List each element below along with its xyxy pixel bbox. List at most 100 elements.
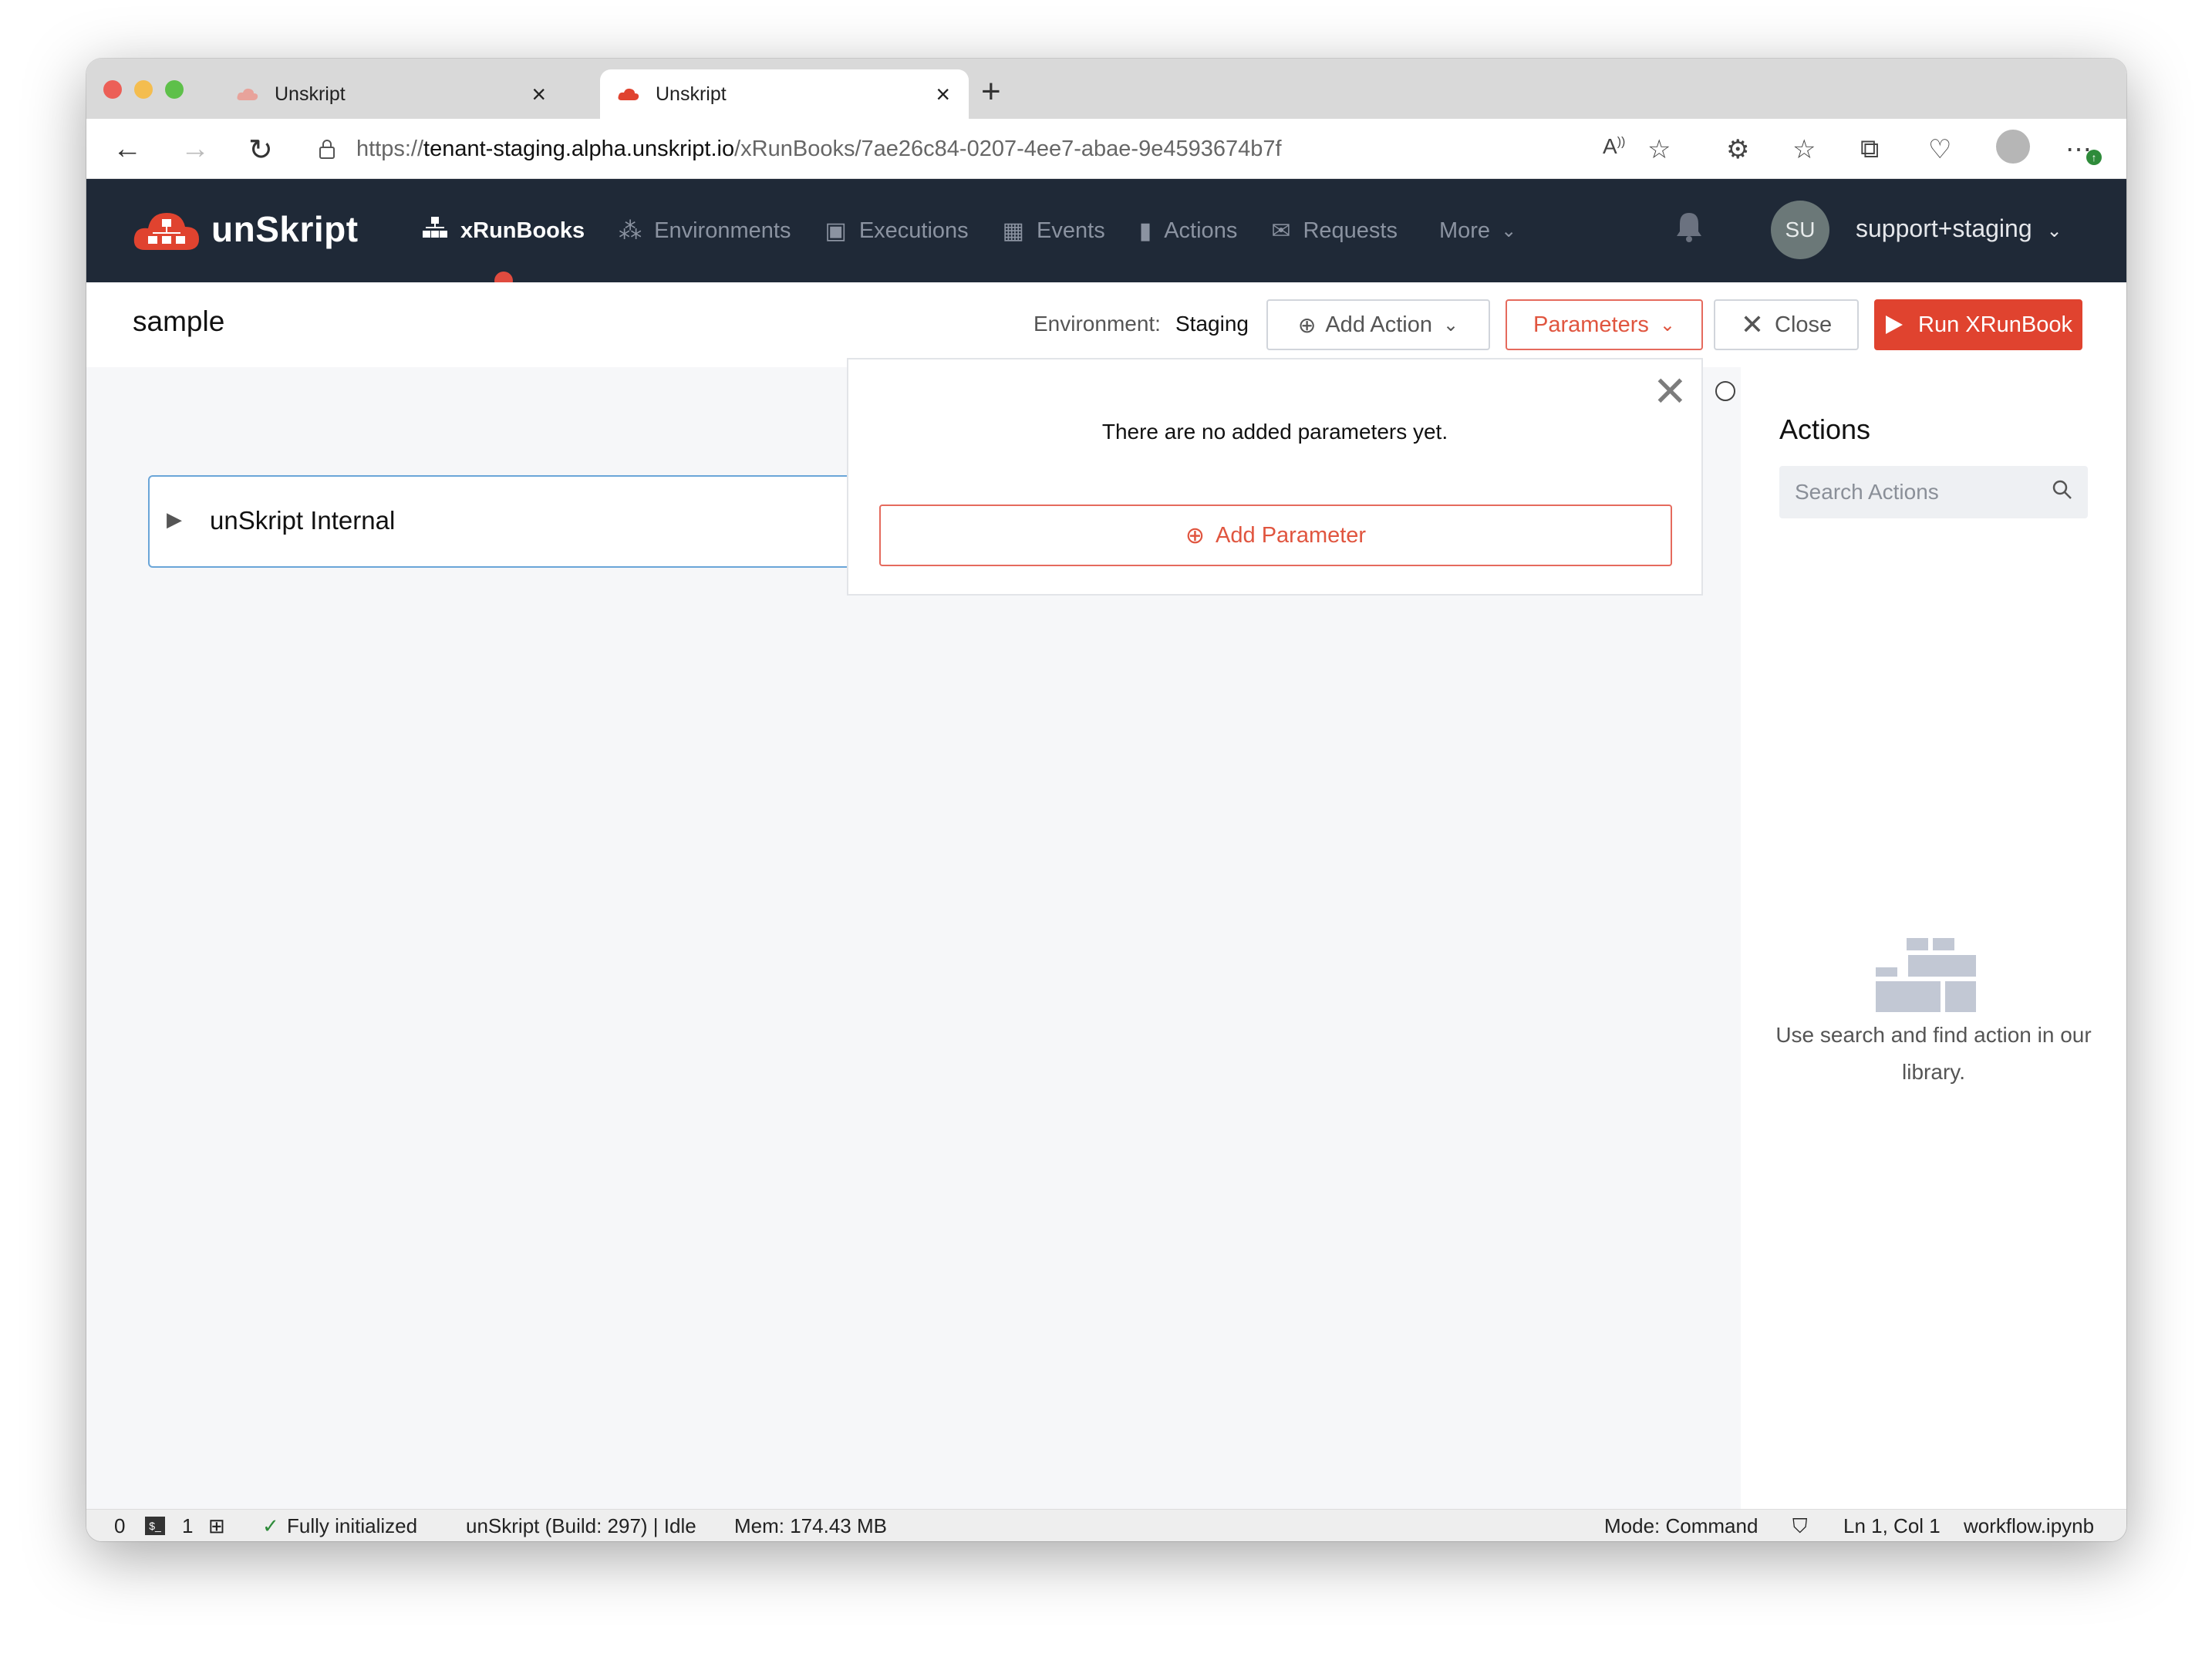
brand-logo[interactable]: unSkript (131, 205, 359, 253)
read-aloud-icon[interactable]: A)) (1603, 134, 1625, 159)
brand-name: unSkript (211, 209, 359, 249)
lock-icon (319, 140, 335, 159)
chevron-down-icon: ⌄ (1659, 314, 1675, 336)
parameters-button[interactable]: Parameters ⌄ (1506, 299, 1703, 350)
actions-sidebar: Actions Search Actions Use search and fi… (1741, 367, 2126, 1509)
minimize-window-button[interactable] (134, 80, 153, 99)
update-badge-icon: ↑ (2086, 150, 2102, 165)
nav-item-events[interactable]: ▦ Events (1003, 179, 1105, 282)
profile-avatar-icon[interactable] (1996, 130, 2030, 164)
close-icon: ✕ (1740, 309, 1764, 340)
browser-tab-inactive[interactable]: Unskript × (217, 69, 565, 119)
add-action-button[interactable]: ⊕ Add Action ⌄ (1266, 299, 1490, 350)
play-icon (1886, 316, 1903, 334)
add-parameter-button[interactable]: ⊕ Add Parameter (879, 505, 1672, 566)
close-tab-icon[interactable]: × (936, 80, 950, 109)
expand-triangle-icon[interactable]: ▶ (167, 508, 182, 532)
search-icon (2052, 480, 2072, 499)
sidebar-title: Actions (1779, 413, 1871, 445)
close-popover-icon[interactable]: ✕ (1653, 367, 1688, 416)
user-menu[interactable]: support+staging ⌄ (1856, 214, 2062, 243)
nav-label: xRunBooks (460, 218, 585, 243)
nav-label: Actions (1164, 218, 1238, 243)
add-parameter-label: Add Parameter (1216, 522, 1367, 548)
nav-item-requests[interactable]: ✉ Requests (1271, 179, 1398, 282)
browser-window: Unskript × Unskript × + ← → ↻ https://te… (86, 59, 2126, 1541)
chevron-down-icon: ⌄ (1443, 314, 1459, 336)
tab-title: Unskript (275, 83, 346, 105)
close-window-button[interactable] (103, 80, 122, 99)
reload-icon[interactable]: ↻ (248, 133, 273, 167)
close-button[interactable]: ✕ Close (1714, 299, 1859, 350)
main-nav: xRunBooks ⁂ Environments ▣ Executions ▦ … (422, 179, 1550, 290)
nav-item-executions[interactable]: ▣ Executions (824, 179, 968, 282)
nav-label: Environments (654, 218, 791, 243)
nav-item-xrunbooks[interactable]: xRunBooks (422, 179, 585, 290)
favorites-icon[interactable]: ☆ (1792, 134, 1816, 165)
nav-item-environments[interactable]: ⁂ Environments (619, 179, 791, 282)
tab-strip: Unskript × Unskript × + (86, 59, 2126, 119)
kernel-status-indicator (1715, 381, 1735, 401)
shield-icon: ⛉ (1792, 1514, 1808, 1537)
address-bar: ← → ↻ https://tenant-staging.alpha.unskr… (86, 119, 2126, 179)
runbook-toolbar: sample Environment: Staging ⊕ Add Action… (86, 282, 2126, 367)
user-avatar[interactable]: SU (1771, 201, 1829, 259)
close-tab-icon[interactable]: × (531, 80, 546, 109)
app-header: unSkript xRunBooks ⁂ Environments ▣ Exec… (86, 179, 2126, 290)
notification-bell-icon[interactable] (1674, 210, 1705, 251)
kernel-ready-icon: ✓ (262, 1514, 279, 1537)
plus-circle-icon: ⊕ (1185, 522, 1205, 548)
status-bar: 0 $_ 1 ⊞ ✓ Fully initialized unSkript (B… (86, 1509, 2126, 1541)
url-scheme: https:// (356, 136, 424, 161)
nav-label: Executions (858, 218, 969, 243)
url-field[interactable]: https://tenant-staging.alpha.unskript.io… (310, 127, 1529, 171)
calendar-icon: ▦ (1002, 218, 1025, 244)
sitemap-icon (422, 216, 448, 245)
nav-item-actions[interactable]: ▮ Actions (1139, 179, 1238, 282)
page-title: sample (133, 305, 225, 337)
environment-label: Environment: (1034, 312, 1161, 336)
file-name: workflow.ipynb (1964, 1514, 2095, 1537)
plus-circle-icon: ⊕ (1297, 312, 1317, 337)
nav-label: More (1438, 218, 1491, 243)
terminal-icon: $_ (145, 1517, 165, 1535)
extensions-icon[interactable]: ⚙ (1726, 134, 1749, 165)
status-count-a: 0 (114, 1514, 126, 1537)
chevron-down-icon: ⌄ (1501, 220, 1517, 241)
back-arrow-icon[interactable]: ← (113, 133, 142, 166)
browser-tab-active[interactable]: Unskript × (600, 69, 969, 119)
forward-arrow-icon[interactable]: → (180, 133, 210, 166)
monitor-icon: ▣ (824, 218, 847, 244)
add-favorite-icon[interactable]: ☆ (1647, 134, 1671, 165)
nav-label: Requests (1303, 218, 1398, 243)
run-label: Run XRunBook (1918, 312, 2072, 337)
memory-usage: Mem: 174.43 MB (734, 1514, 887, 1537)
search-actions-input[interactable]: Search Actions (1779, 466, 2088, 518)
parameters-label: Parameters (1533, 312, 1649, 337)
empty-library-blocks-icon (1876, 938, 1976, 1012)
build-info: unSkript (Build: 297) | Idle (466, 1514, 696, 1537)
book-icon: ▮ (1138, 218, 1152, 244)
unskript-favicon-icon (237, 88, 258, 100)
group-label: unSkript Internal (210, 506, 396, 535)
network-icon: ⁂ (619, 218, 642, 244)
tab-title: Unskript (656, 83, 727, 105)
kernel-status[interactable]: Fully initialized (287, 1514, 417, 1538)
run-xrunbook-button[interactable]: Run XRunBook (1874, 299, 2082, 350)
nav-label: Events (1037, 218, 1105, 243)
parameters-popover: ✕ There are no added parameters yet. ⊕ A… (847, 358, 1703, 596)
new-tab-button[interactable]: + (981, 73, 1001, 111)
user-name: support+staging (1856, 214, 2032, 242)
inbox-icon: ✉ (1271, 218, 1291, 244)
maximize-window-button[interactable] (165, 80, 184, 99)
unskript-cloud-logo-icon (133, 213, 199, 250)
cpu-icon: ⊞ (208, 1514, 225, 1537)
url-host: tenant-staging.alpha.unskript.io (423, 136, 735, 161)
browser-essentials-icon[interactable]: ♡ (1928, 134, 1951, 165)
cursor-position: Ln 1, Col 1 (1843, 1514, 1941, 1537)
status-count-b: 1 (182, 1514, 194, 1537)
collections-icon[interactable]: ⧉ (1860, 134, 1879, 164)
environment-value[interactable]: Staging (1175, 312, 1249, 336)
add-action-label: Add Action (1325, 312, 1432, 337)
nav-item-more[interactable]: More ⌄ (1439, 179, 1516, 282)
